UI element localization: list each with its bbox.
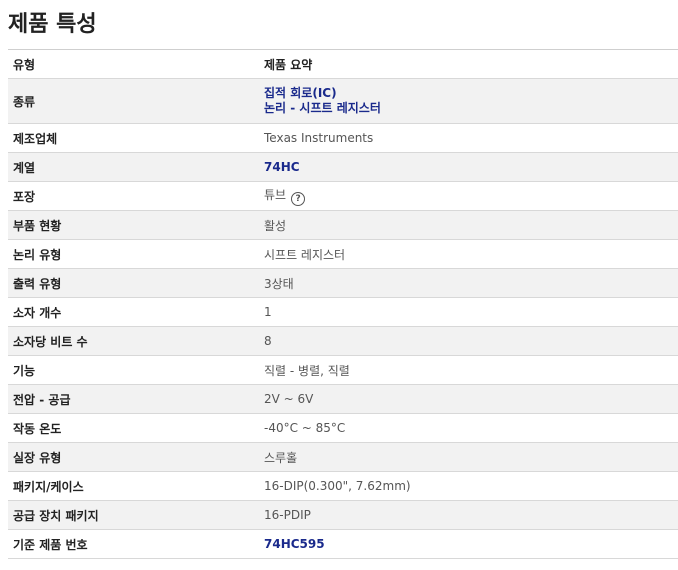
table-row: 계열 74HC xyxy=(8,152,678,182)
table-row: 부품 현황 활성 xyxy=(8,210,678,240)
row-label: 출력 유형 xyxy=(8,268,259,298)
row-value: 집적 회로(IC) 논리 - 시프트 레지스터 xyxy=(259,78,678,124)
row-label: 패키지/케이스 xyxy=(8,471,259,501)
row-value: 튜브? xyxy=(259,181,678,211)
category-link-ic[interactable]: 집적 회로(IC) xyxy=(264,86,678,101)
row-label: 작동 온도 xyxy=(8,413,259,443)
table-row: 패키지/케이스 16-DIP(0.300", 7.62mm) xyxy=(8,471,678,501)
table-row: 제조업체 Texas Instruments xyxy=(8,123,678,153)
row-label: 부품 현황 xyxy=(8,210,259,240)
row-value: 3상태 xyxy=(259,268,678,298)
row-label: 공급 장치 패키지 xyxy=(8,500,259,530)
header-type: 유형 xyxy=(8,49,259,79)
row-label: 소자당 비트 수 xyxy=(8,326,259,356)
row-label: 기준 제품 번호 xyxy=(8,529,259,559)
row-label: 논리 유형 xyxy=(8,239,259,269)
product-attributes-table: 유형 제품 요약 종류 집적 회로(IC) 논리 - 시프트 레지스터 제조업체… xyxy=(8,49,678,559)
table-row: 논리 유형 시프트 레지스터 xyxy=(8,239,678,269)
row-label: 실장 유형 xyxy=(8,442,259,472)
row-value: Texas Instruments xyxy=(259,123,678,153)
series-link[interactable]: 74HC xyxy=(259,152,678,182)
row-value: 2V ~ 6V xyxy=(259,384,678,414)
table-row: 작동 온도 -40°C ~ 85°C xyxy=(8,413,678,443)
table-header-row: 유형 제품 요약 xyxy=(8,49,678,79)
row-label: 제조업체 xyxy=(8,123,259,153)
table-row: 실장 유형 스루홀 xyxy=(8,442,678,472)
table-row: 소자 개수 1 xyxy=(8,297,678,327)
table-row: 소자당 비트 수 8 xyxy=(8,326,678,356)
table-row: 종류 집적 회로(IC) 논리 - 시프트 레지스터 xyxy=(8,78,678,124)
base-product-number-link[interactable]: 74HC595 xyxy=(259,529,678,559)
row-label: 계열 xyxy=(8,152,259,182)
row-value: 스루홀 xyxy=(259,442,678,472)
row-label: 포장 xyxy=(8,181,259,211)
table-row: 출력 유형 3상태 xyxy=(8,268,678,298)
row-value: 16-DIP(0.300", 7.62mm) xyxy=(259,471,678,501)
packaging-value: 튜브 xyxy=(264,188,287,202)
row-value: 활성 xyxy=(259,210,678,240)
row-label: 전압 - 공급 xyxy=(8,384,259,414)
row-value: 1 xyxy=(259,297,678,327)
page-title: 제품 특성 xyxy=(8,12,97,37)
category-link-shift-register[interactable]: 논리 - 시프트 레지스터 xyxy=(264,101,678,116)
table-row: 기능 직렬 - 병렬, 직렬 xyxy=(8,355,678,385)
row-label: 소자 개수 xyxy=(8,297,259,327)
table-row: 전압 - 공급 2V ~ 6V xyxy=(8,384,678,414)
question-circle-icon[interactable]: ? xyxy=(291,192,306,206)
table-row: 기준 제품 번호 74HC595 xyxy=(8,529,678,559)
row-label: 기능 xyxy=(8,355,259,385)
row-label: 종류 xyxy=(8,78,259,124)
header-product-summary: 제품 요약 xyxy=(259,49,678,79)
row-value: 직렬 - 병렬, 직렬 xyxy=(259,355,678,385)
row-value: 시프트 레지스터 xyxy=(259,239,678,269)
table-row: 포장 튜브? xyxy=(8,181,678,211)
table-row: 공급 장치 패키지 16-PDIP xyxy=(8,500,678,530)
row-value: 16-PDIP xyxy=(259,500,678,530)
row-value: 8 xyxy=(259,326,678,356)
row-value: -40°C ~ 85°C xyxy=(259,413,678,443)
